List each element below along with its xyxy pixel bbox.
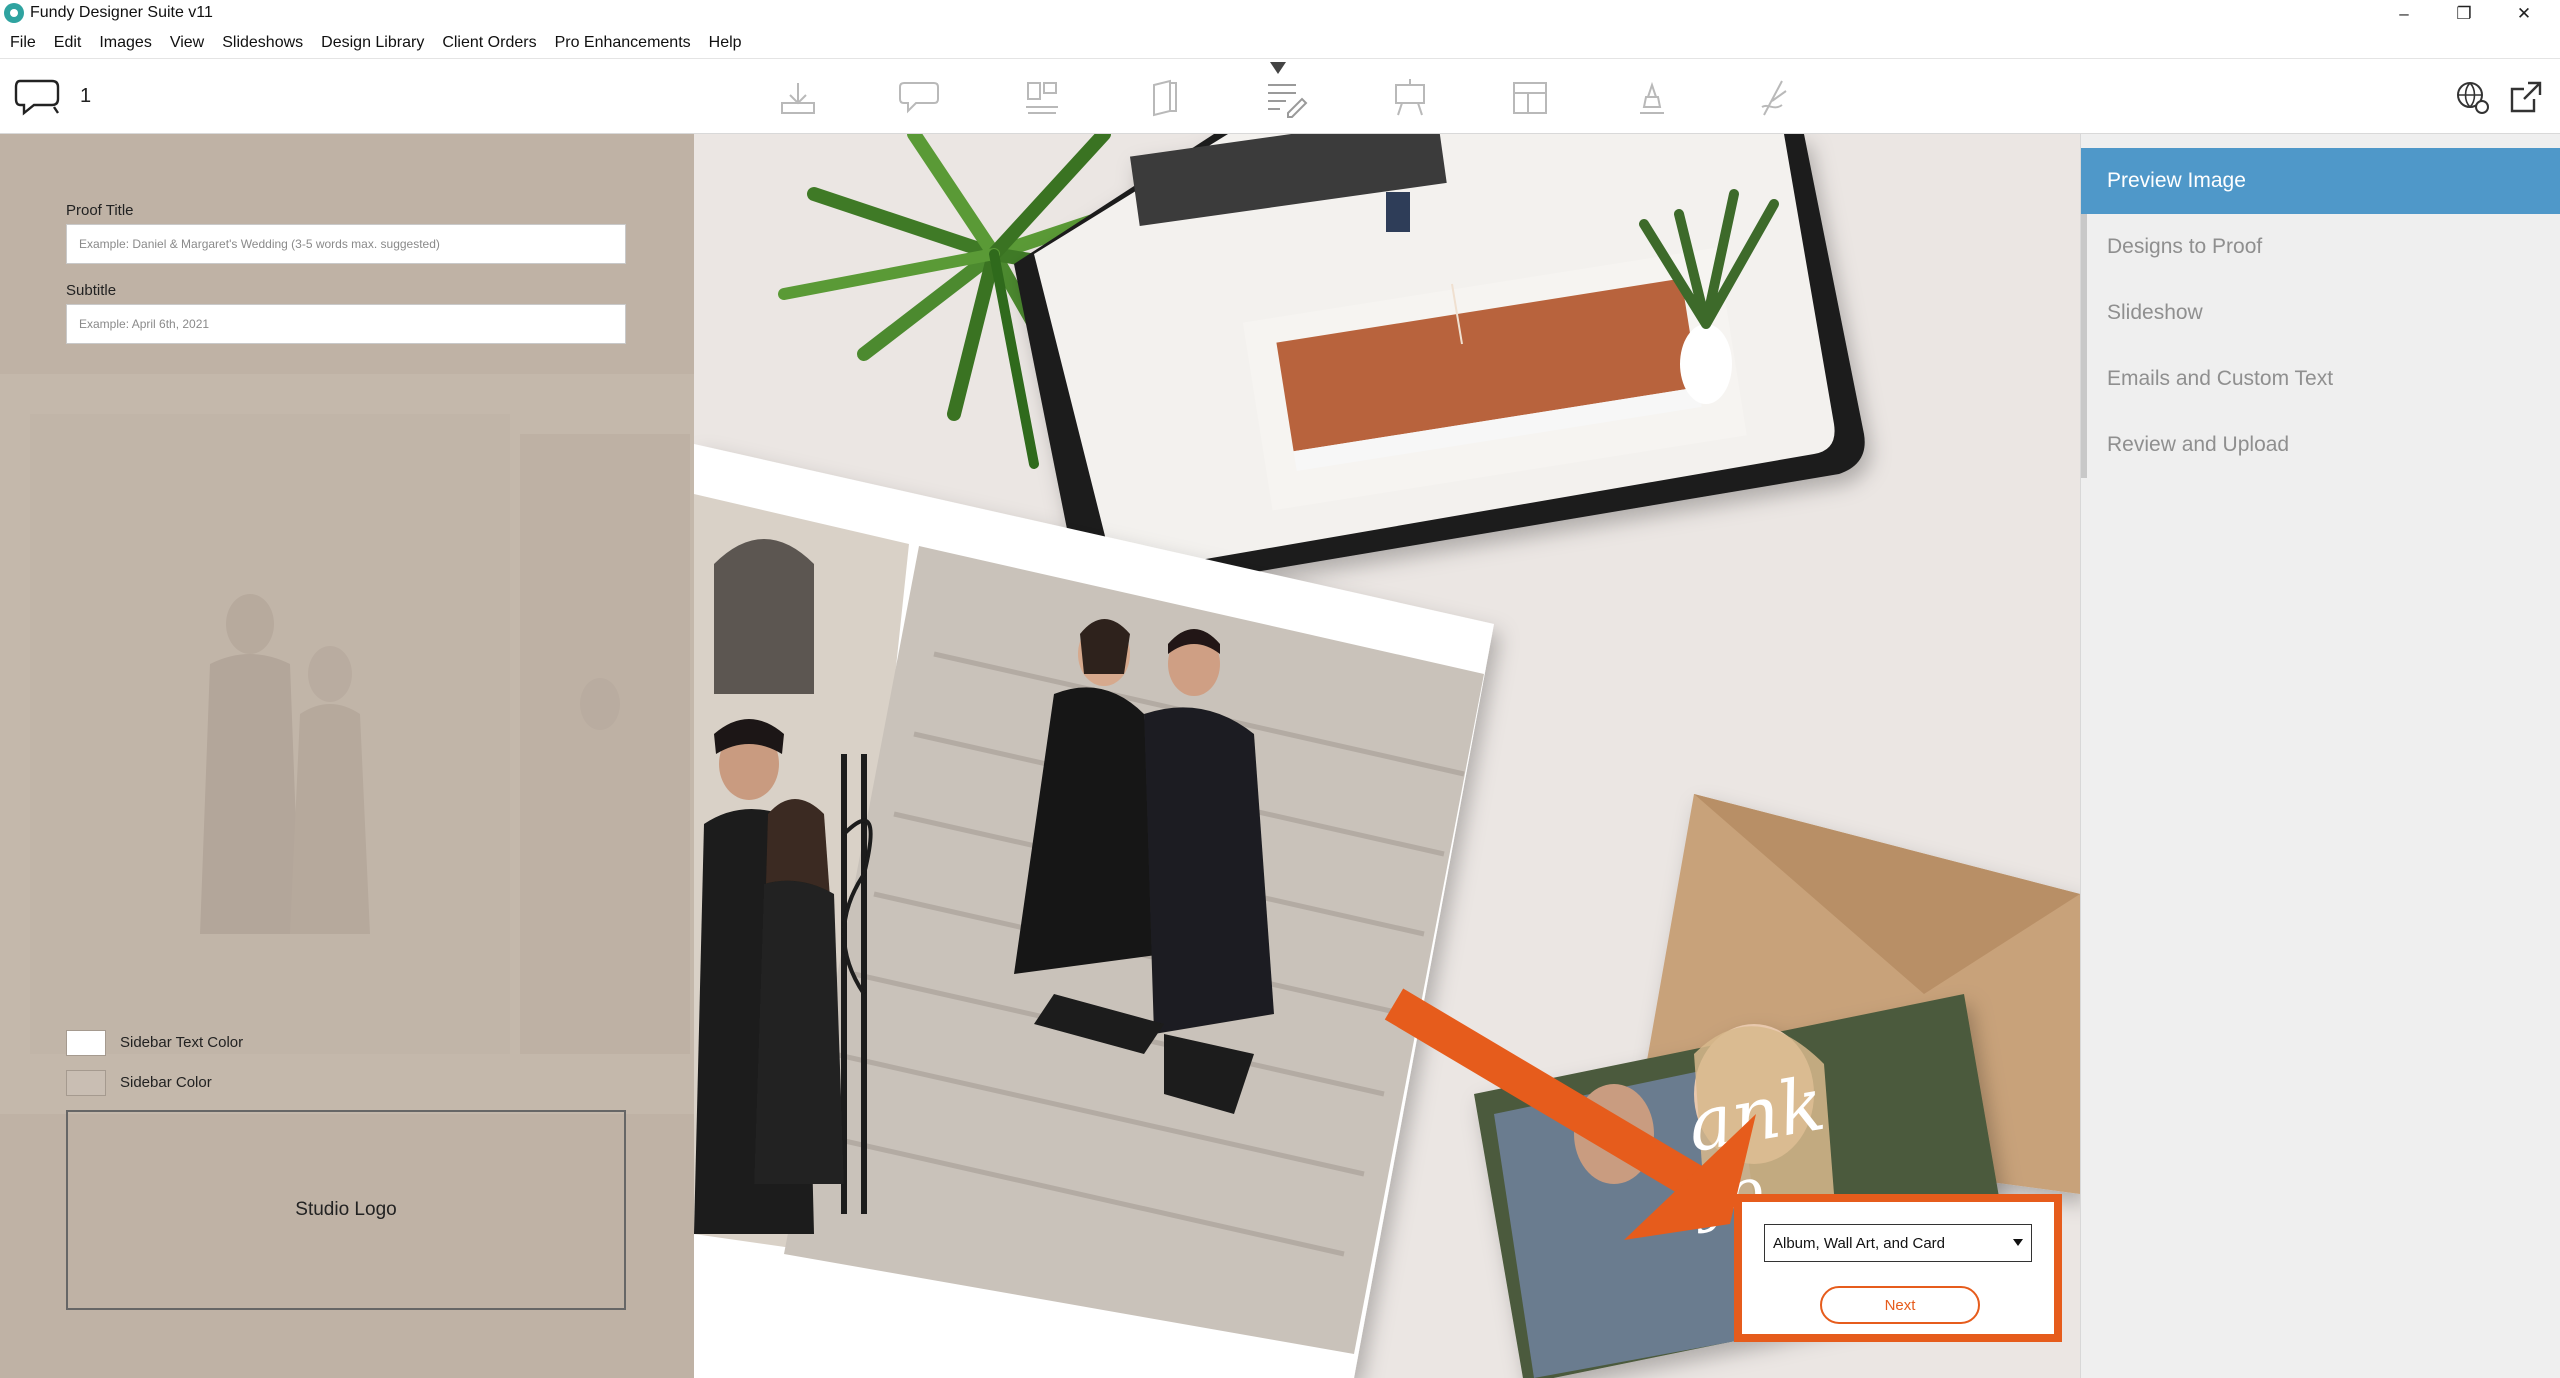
enhance-icon[interactable] — [1630, 77, 1674, 119]
sidebar-color-label: Sidebar Color — [120, 1074, 212, 1091]
step-slideshow[interactable]: Slideshow — [2081, 280, 2560, 346]
window-title: Fundy Designer Suite v11 — [30, 4, 213, 21]
subtitle-input[interactable] — [66, 304, 626, 344]
menu-design-library[interactable]: Design Library — [321, 34, 424, 52]
text-edit-icon[interactable] — [1264, 77, 1308, 119]
menu-bar: File Edit Images View Slideshows Design … — [0, 28, 2560, 58]
dropdown-arrow-icon — [2013, 1239, 2023, 1246]
proof-settings-panel: Proof Title Subtitle Sidebar Text Color … — [0, 134, 694, 1378]
studio-logo-dropzone[interactable]: Studio Logo — [66, 1110, 626, 1310]
active-tool-marker — [1270, 62, 1286, 74]
design-type-highlight-box: Album, Wall Art, and Card Next — [1734, 1194, 2062, 1342]
app-window: Fundy Designer Suite v11 – ❐ ✕ File Edit… — [0, 0, 2560, 1378]
step-review-upload[interactable]: Review and Upload — [2081, 412, 2560, 478]
proofing-chat-icon[interactable] — [14, 77, 62, 117]
sidebar-text-color-label: Sidebar Text Color — [120, 1034, 244, 1051]
sidebar-text-color-swatch[interactable] — [66, 1030, 106, 1056]
proofing-icon[interactable] — [898, 77, 942, 119]
design-type-value: Album, Wall Art, and Card — [1773, 1234, 1946, 1252]
proof-count: 1 — [80, 85, 92, 107]
design-type-select[interactable]: Album, Wall Art, and Card — [1764, 1224, 2032, 1262]
close-button[interactable]: ✕ — [2496, 0, 2552, 28]
menu-images[interactable]: Images — [99, 34, 151, 52]
proof-title-input[interactable] — [66, 224, 626, 264]
step-preview-image[interactable]: Preview Image — [2081, 148, 2560, 214]
next-button[interactable]: Next — [1820, 1286, 1980, 1324]
album-icon[interactable] — [1020, 77, 1064, 119]
menu-view[interactable]: View — [170, 34, 204, 52]
import-icon[interactable] — [776, 77, 820, 119]
app-logo-icon — [4, 3, 24, 23]
card-icon[interactable] — [1142, 77, 1186, 119]
maximize-button[interactable]: ❐ — [2436, 0, 2492, 28]
proof-title-label: Proof Title — [66, 202, 134, 219]
settings-globe-icon[interactable] — [2452, 77, 2492, 117]
layout-icon[interactable] — [1508, 77, 1552, 119]
step-emails-custom-text[interactable]: Emails and Custom Text — [2081, 346, 2560, 412]
sign-icon[interactable] — [1752, 77, 1796, 119]
menu-edit[interactable]: Edit — [54, 34, 82, 52]
preview-canvas: ank yo — [694, 134, 2080, 1378]
menu-pro-enhancements[interactable]: Pro Enhancements — [555, 34, 691, 52]
sidebar-color-swatch[interactable] — [66, 1070, 106, 1096]
subtitle-label: Subtitle — [66, 282, 117, 299]
wall-art-icon[interactable] — [1388, 77, 1432, 119]
preview-image: ank yo — [694, 134, 2080, 1378]
sidebar-background-photo — [0, 374, 694, 1114]
toolbar: 1 — [0, 58, 2560, 134]
menu-client-orders[interactable]: Client Orders — [442, 34, 536, 52]
step-designs-to-proof[interactable]: Designs to Proof — [2081, 214, 2560, 280]
workflow-steps-panel: Preview Image Designs to Proof Slideshow… — [2080, 134, 2560, 1378]
menu-slideshows[interactable]: Slideshows — [222, 34, 303, 52]
menu-file[interactable]: File — [10, 34, 36, 52]
studio-logo-label: Studio Logo — [295, 1199, 397, 1220]
menu-help[interactable]: Help — [709, 34, 742, 52]
minimize-button[interactable]: – — [2376, 0, 2432, 28]
external-link-icon[interactable] — [2506, 77, 2546, 117]
title-bar: Fundy Designer Suite v11 – ❐ ✕ — [0, 0, 2560, 28]
